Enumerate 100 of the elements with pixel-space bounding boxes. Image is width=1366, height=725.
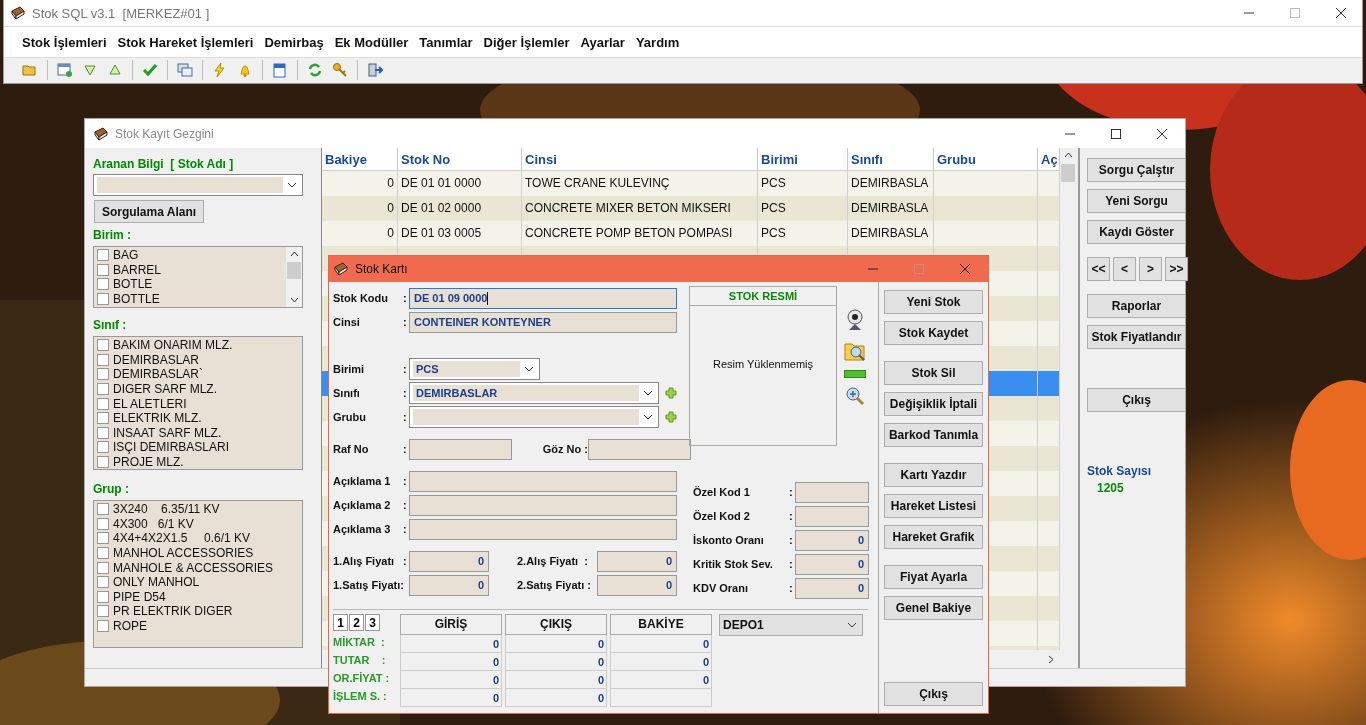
price-field[interactable]: 0 — [409, 574, 489, 596]
action-button[interactable]: Değişiklik İptali — [884, 392, 983, 416]
window-add-icon[interactable] — [57, 62, 73, 78]
checkbox[interactable] — [97, 532, 109, 545]
column-header[interactable]: Stok No — [398, 148, 522, 170]
code-field[interactable] — [795, 505, 869, 527]
menu-item[interactable]: Diğer İşlemler — [483, 34, 570, 50]
action-button[interactable]: Stok Sil — [884, 361, 983, 385]
description-field[interactable] — [409, 494, 677, 516]
checkbox[interactable] — [97, 426, 109, 439]
name-field[interactable]: CONTEINER KONTEYNER — [409, 311, 677, 333]
scroll-thumb[interactable] — [1061, 164, 1075, 182]
exit-button[interactable]: Çıkış — [884, 682, 983, 706]
maximize-icon[interactable] — [1111, 128, 1121, 139]
checkbox-item[interactable]: PR ELEKTRIK DIGER — [97, 604, 299, 619]
price-field[interactable]: 0 — [597, 550, 677, 572]
action-button[interactable]: Sorgu Çalştır — [1087, 158, 1186, 182]
action-button[interactable]: Kaydı Göster — [1087, 220, 1186, 244]
action-button[interactable]: Stok Kaydet — [884, 321, 983, 345]
action-button[interactable]: Genel Bakiye — [884, 596, 983, 620]
menu-item[interactable]: Tanımlar — [419, 34, 473, 50]
menu-item[interactable]: Ayarlar — [580, 34, 625, 50]
code-field[interactable]: 0 — [795, 553, 869, 575]
stock-code-field[interactable]: DE 01 09 0000 — [409, 287, 677, 309]
plus-icon[interactable] — [665, 387, 677, 399]
checkbox[interactable] — [97, 263, 109, 276]
nav-button[interactable]: << — [1087, 257, 1110, 281]
zoom-in-icon[interactable] — [845, 386, 865, 406]
checkbox-item[interactable]: ISÇI DEMIRBASLARI — [97, 440, 299, 455]
table-row[interactable]: 0 DE 01 03 0005 CONCRETE POMP BETON POMPASI PCS DEMIRBASLA — [322, 221, 1060, 246]
checkbox[interactable] — [97, 249, 109, 262]
checkbox[interactable] — [97, 339, 109, 352]
windows-icon[interactable] — [177, 62, 193, 78]
menu-item[interactable]: Ek Modüller — [334, 34, 409, 50]
nav-button[interactable]: >> — [1165, 257, 1188, 281]
page-button[interactable]: 3 — [365, 614, 380, 631]
checkbox-item[interactable]: BOTLE — [97, 277, 283, 292]
exit-button[interactable]: Çıkış — [1087, 388, 1186, 412]
plus-icon[interactable] — [665, 411, 677, 423]
table-row[interactable]: 0 DE 01 02 0000 CONCRETE MIXER BETON MIKSERI PCS DEMIRBASLA — [322, 196, 1060, 221]
action-button[interactable]: Hareket Listesi — [884, 494, 983, 518]
unit-dropdown[interactable]: PCS — [409, 358, 540, 380]
column-header[interactable]: Grubu — [934, 148, 1038, 170]
class-dropdown[interactable]: DEMIRBASLAR — [409, 382, 659, 404]
checkbox[interactable] — [97, 412, 109, 425]
code-field[interactable]: 0 — [795, 529, 869, 551]
checkbox[interactable] — [97, 620, 109, 633]
checkbox-item[interactable]: ONLY MANHOL — [97, 574, 299, 590]
column-header[interactable]: Bakiye — [322, 148, 398, 170]
checkbox-item[interactable]: BARREL — [97, 262, 283, 278]
checkbox[interactable] — [97, 456, 109, 469]
notepad-icon[interactable] — [272, 62, 288, 78]
checkbox[interactable] — [97, 397, 109, 410]
column-header[interactable]: Cinsi — [522, 148, 758, 170]
menu-item[interactable]: Stok Hareket İşlemleri — [117, 34, 254, 50]
code-field[interactable] — [795, 481, 869, 503]
menu-item[interactable]: Stok İşlemleri — [22, 34, 107, 50]
checkbox[interactable] — [97, 383, 109, 396]
checkbox-item[interactable]: ELEKTRIK MLZ. — [97, 410, 299, 426]
code-field[interactable]: 0 — [795, 577, 869, 599]
depot-dropdown[interactable]: DEPO1 — [719, 614, 863, 636]
shelf-field[interactable] — [409, 438, 512, 460]
checkbox-item[interactable]: 3X240 6.35/11 KV — [97, 502, 299, 517]
close-icon[interactable] — [960, 264, 970, 274]
action-button[interactable]: Kartı Yazdır — [884, 463, 983, 487]
bell-icon[interactable] — [237, 62, 253, 78]
column-header[interactable]: Sınıfı — [848, 148, 934, 170]
checkbox-item[interactable]: EL ALETLERI — [97, 396, 299, 411]
action-button[interactable]: Yeni Sorgu — [1087, 189, 1186, 213]
folder-icon[interactable] — [22, 62, 38, 78]
checkbox[interactable] — [97, 368, 109, 381]
price-field[interactable]: 0 — [409, 550, 489, 572]
checkbox[interactable] — [97, 517, 109, 530]
checkbox-item[interactable]: ROPE — [97, 618, 299, 634]
page-button[interactable]: 1 — [333, 614, 348, 631]
checkbox-item[interactable]: DEMIRBASLAR` — [97, 367, 299, 382]
checkbox[interactable] — [97, 605, 109, 618]
lightning-icon[interactable] — [212, 62, 228, 78]
checkbox[interactable] — [97, 353, 109, 366]
nav-button[interactable]: < — [1113, 257, 1136, 281]
action-button[interactable]: Yeni Stok — [884, 290, 983, 314]
group-dropdown[interactable] — [409, 406, 659, 428]
scrollbar[interactable] — [1060, 148, 1076, 650]
price-field[interactable]: 0 — [597, 574, 677, 596]
bin-field[interactable] — [588, 438, 691, 460]
checkbox-item[interactable]: MANHOL ACCESSORIES — [97, 545, 299, 561]
menu-item[interactable]: Demirbaş — [264, 34, 324, 50]
checkbox-item[interactable]: MANHOLE & ACCESSORIES — [97, 560, 299, 575]
checkbox-item[interactable]: 4X4+4X2X1.5 0.6/1 KV — [97, 531, 299, 546]
action-button[interactable]: Stok Fiyatlandır — [1087, 325, 1186, 349]
scroll-thumb[interactable] — [287, 261, 301, 279]
query-button[interactable]: Sorgulama Alanı — [94, 200, 204, 223]
checkbox[interactable] — [97, 576, 109, 589]
checkbox-item[interactable]: PROJE MLZ. — [97, 454, 299, 469]
page-button[interactable]: 2 — [349, 614, 364, 631]
action-button[interactable]: Hareket Grafik — [884, 525, 983, 549]
search-dropdown[interactable] — [93, 174, 303, 196]
webcam-icon[interactable] — [845, 308, 865, 332]
refresh-icon[interactable] — [307, 62, 323, 78]
checkbox[interactable] — [97, 441, 109, 454]
